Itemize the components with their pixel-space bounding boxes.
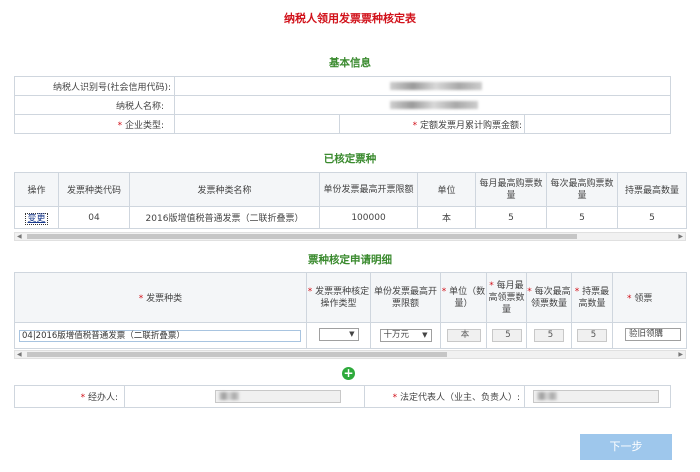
apply-header-unit: * 单位（数量） — [440, 272, 487, 323]
scroll-thumb[interactable] — [27, 352, 447, 357]
col-header-per-time: 每次最高购票数量 — [546, 172, 618, 207]
col-header-limit: 单份发票最高开票限额 — [319, 172, 418, 207]
change-link-cell: 变更 — [14, 206, 59, 229]
apply-header-limit: 单份发票最高开票限额 — [370, 272, 441, 323]
row-per-time: 5 — [546, 206, 618, 229]
approved-section-title: 已核定票种 — [323, 153, 377, 165]
op-type-cell: ▼ — [306, 322, 371, 349]
row-name: 2016版增值税普通发票（二联折叠票） — [129, 206, 320, 229]
scroll-left-icon[interactable]: ◀ — [17, 233, 22, 241]
op-type-select[interactable]: ▼ — [318, 327, 359, 341]
scroll-right-icon[interactable]: ▶ — [678, 233, 683, 241]
invoice-type-input[interactable]: 04|2016版增值税普通发票（二联折叠票） — [19, 329, 301, 342]
apply-section-title: 票种核定申请明细 — [308, 254, 392, 266]
holding-cell: 5 — [571, 322, 613, 349]
invoice-type-cell: 04|2016版增值税普通发票（二联折叠票） — [14, 322, 307, 349]
taxpayer-name-value — [173, 95, 672, 115]
footer-table: * 经办人: * 法定代表人（业主、负责人）: — [14, 385, 671, 408]
legal-rep-label: * 法定代表人（业主、负责人）: — [364, 385, 525, 408]
enterprise-type-label: * 企业类型: — [14, 114, 175, 134]
monthly-amount-label: * 定额发票月累计购票金额: — [339, 114, 525, 134]
legal-rep-field[interactable] — [524, 385, 671, 408]
col-header-action: 操作 — [14, 172, 59, 207]
row-limit: 100000 — [319, 206, 418, 229]
monthly-amount-value — [523, 114, 672, 134]
approved-table: 操作 发票种类代码 发票种类名称 单份发票最高开票限额 单位 每月最高购票数量 … — [14, 172, 687, 229]
dropdown-arrow-icon: ▼ — [422, 331, 428, 339]
scroll-left-icon[interactable]: ◀ — [17, 351, 22, 359]
taxpayer-id-value — [173, 76, 672, 96]
apply-header-type: * 发票种类 — [14, 272, 307, 323]
apply-header-per-time: * 每次最高领票数量 — [526, 272, 572, 323]
receive-select[interactable]: 验旧领購 — [625, 327, 681, 341]
apply-scrollbar[interactable]: ◀ ▶ — [14, 350, 686, 359]
apply-header-op: * 发票票种核定操作类型 — [306, 272, 371, 323]
holding-input[interactable]: 5 — [577, 329, 607, 342]
enterprise-type-value — [174, 114, 340, 134]
row-unit: 本 — [417, 206, 476, 229]
col-header-monthly: 每月最高购票数量 — [475, 172, 547, 207]
scroll-thumb[interactable] — [27, 234, 577, 239]
per-time-cell: 5 — [526, 322, 572, 349]
taxpayer-id-label: 纳税人识别号(社会信用代码): — [14, 76, 175, 96]
page-title: 纳税人领用发票票种核定表 — [284, 12, 416, 25]
dropdown-arrow-icon: ▼ — [349, 329, 355, 338]
scroll-right-icon[interactable]: ▶ — [678, 351, 683, 359]
receive-cell: 验旧领購 — [612, 322, 687, 349]
basic-info-title: 基本信息 — [329, 57, 371, 69]
unit-cell: 本 — [440, 322, 487, 349]
row-monthly: 5 — [475, 206, 547, 229]
table-row: 变更 04 2016版增值税普通发票（二联折叠票） 100000 本 5 5 5 — [14, 206, 687, 229]
taxpayer-name-label: 纳税人名称: — [14, 95, 175, 115]
handler-field[interactable] — [124, 385, 365, 408]
monthly-cell: 5 — [486, 322, 527, 349]
row-code: 04 — [58, 206, 130, 229]
limit-cell: 十万元 ▼ — [370, 322, 441, 349]
col-header-name: 发票种类名称 — [129, 172, 320, 207]
limit-select[interactable]: 十万元 ▼ — [379, 329, 432, 342]
next-step-button[interactable]: 下一步 — [580, 434, 672, 460]
change-link[interactable]: 变更 — [25, 213, 48, 225]
col-header-code: 发票种类代码 — [58, 172, 130, 207]
row-holding: 5 — [617, 206, 687, 229]
apply-row: 04|2016版增值税普通发票（二联折叠票） ▼ 十万元 ▼ 本 5 5 5 验旧… — [14, 322, 687, 349]
monthly-input[interactable]: 5 — [491, 329, 522, 342]
apply-header-holding: * 持票最高数量 — [571, 272, 613, 323]
handler-label: * 经办人: — [14, 385, 125, 408]
plus-circle-icon[interactable]: + — [342, 367, 355, 380]
approved-scrollbar[interactable]: ◀ ▶ — [14, 232, 686, 241]
basic-info-table: 纳税人识别号(社会信用代码): 纳税人名称: * 企业类型: * 定额发票月累计… — [14, 76, 672, 134]
apply-header-receive: * 领票 — [612, 272, 687, 323]
per-time-input[interactable]: 5 — [534, 329, 564, 342]
col-header-holding: 持票最高数量 — [617, 172, 687, 207]
apply-table: * 发票种类 * 发票票种核定操作类型 单份发票最高开票限额 * 单位（数量） … — [14, 272, 687, 349]
apply-header-monthly: * 每月最高领票数量 — [486, 272, 527, 323]
unit-input[interactable]: 本 — [446, 329, 481, 342]
col-header-unit: 单位 — [417, 172, 476, 207]
